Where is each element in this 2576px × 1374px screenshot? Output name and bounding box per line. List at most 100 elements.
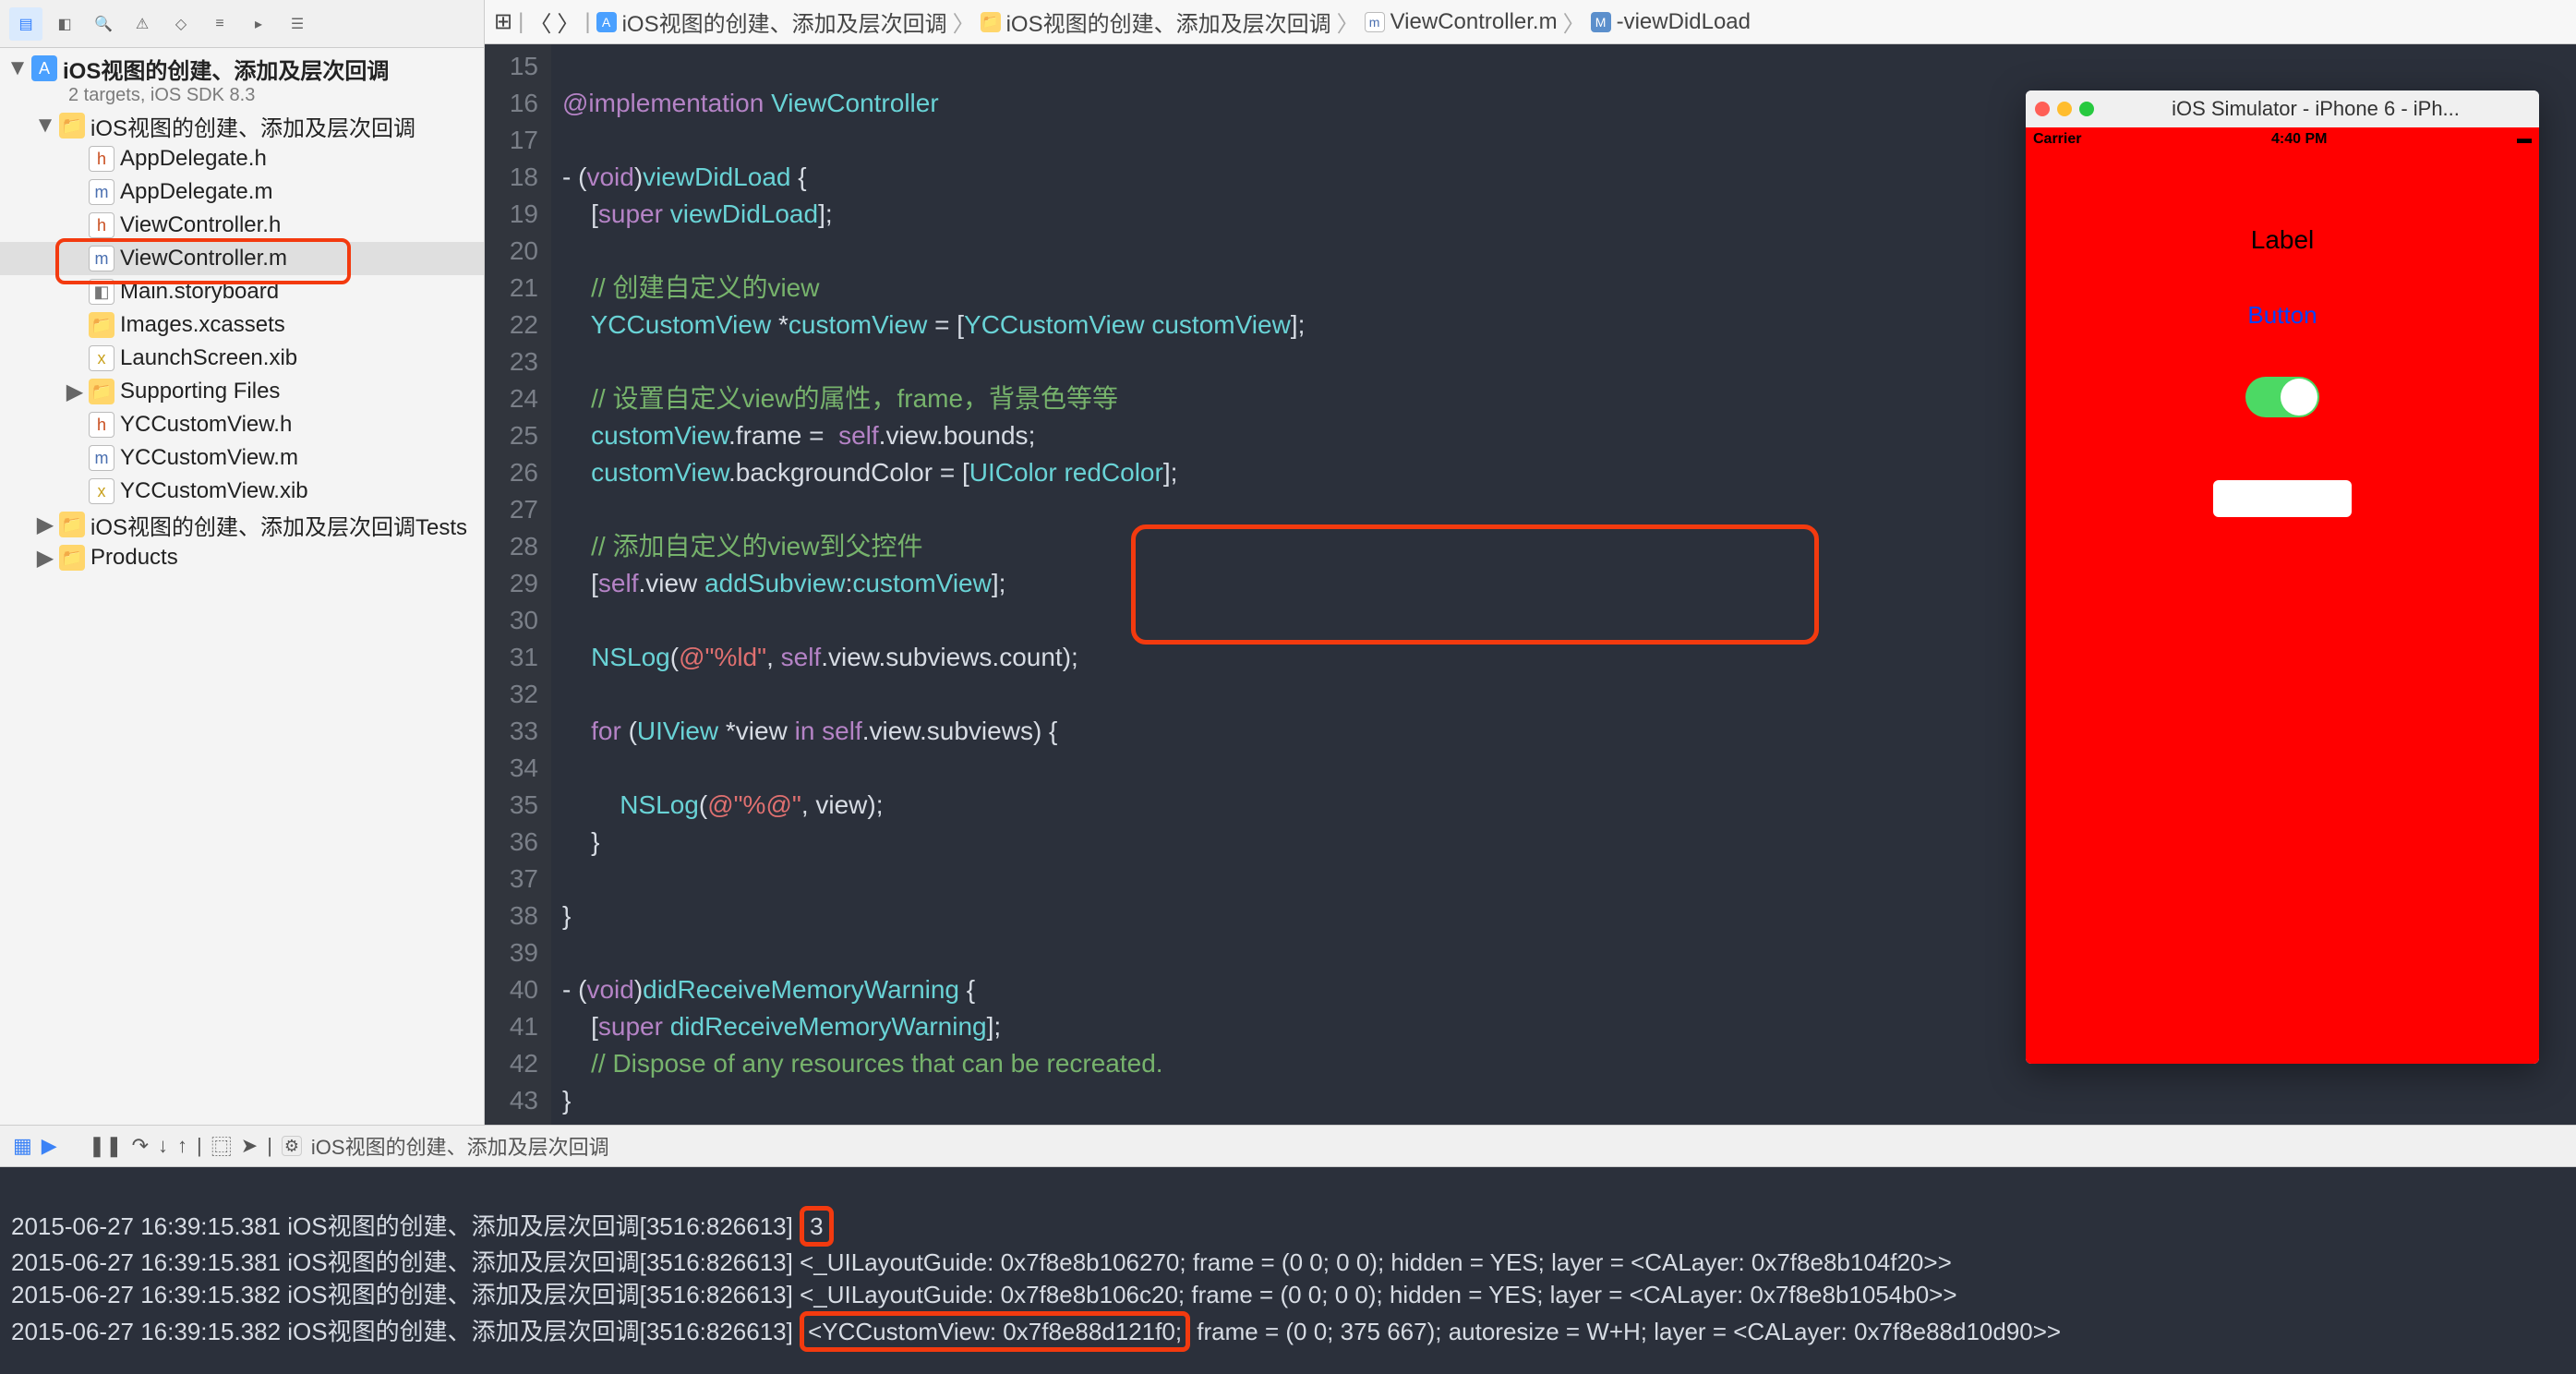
window-close-icon[interactable] — [2035, 102, 2050, 116]
jumpbar-file[interactable]: ViewController.m — [1390, 9, 1558, 35]
folder-icon: 📁 — [59, 113, 85, 139]
header-file-icon: h — [89, 412, 114, 438]
file-appdelegate-h[interactable]: hAppDelegate.h — [0, 142, 484, 175]
folder-icon: 📁 — [89, 379, 114, 404]
chevron-down-icon[interactable]: ▼ — [37, 113, 54, 139]
chevron-down-icon[interactable]: ▼ — [9, 55, 26, 81]
console-line: frame = (0 0; 375 667); autoresize = W+H… — [1190, 1318, 2061, 1345]
simulator-titlebar[interactable]: iOS Simulator - iPhone 6 - iPh... — [2026, 90, 2539, 127]
related-items-icon[interactable]: ⊞ — [494, 8, 512, 35]
jumpbar-project[interactable]: iOS视图的创建、添加及层次回调 — [622, 6, 947, 38]
storyboard-file-icon: ◧ — [89, 279, 114, 305]
navigator-sidebar: ▤ ◧ 🔍 ⚠ ◇ ≡ ▸ ☰ ▼AiOS视图的创建、添加及层次回调 2 tar… — [0, 0, 485, 1125]
find-navigator-tab-icon[interactable]: 🔍 — [87, 7, 120, 41]
file-viewcontroller-h[interactable]: hViewController.h — [0, 209, 484, 242]
group-tests[interactable]: ▶📁iOS视图的创建、添加及层次回调Tests — [0, 508, 484, 541]
header-file-icon: h — [89, 212, 114, 238]
impl-file-icon: m — [89, 445, 114, 471]
window-minimize-icon[interactable] — [2057, 102, 2072, 116]
jumpbar-symbol[interactable]: -viewDidLoad — [1617, 9, 1751, 35]
folder-icon: 📁 — [59, 512, 85, 537]
group-label: Products — [90, 545, 178, 571]
jumpbar-group[interactable]: iOS视图的创建、添加及层次回调 — [1006, 6, 1331, 38]
impl-file-icon: m — [89, 246, 114, 271]
chevron-right-icon[interactable]: ▶ — [66, 379, 83, 405]
file-label: AppDelegate.h — [120, 146, 267, 172]
file-main-storyboard[interactable]: ◧Main.storyboard — [0, 275, 484, 308]
file-yccustomview-m[interactable]: mYCCustomView.m — [0, 441, 484, 475]
project-navigator-tab-icon[interactable]: ▤ — [9, 7, 42, 41]
project-subtitle: 2 targets, iOS SDK 8.3 — [0, 85, 484, 109]
editor-area: ⊞ | 〈 〉 | A iOS视图的创建、添加及层次回调 〉 📁 iOS视图的创… — [485, 0, 2576, 1125]
debug-navigator-tab-icon[interactable]: ≡ — [203, 7, 236, 41]
file-label: YCCustomView.h — [120, 412, 292, 438]
back-icon[interactable]: 〈 — [529, 6, 551, 38]
simulator-title: iOS Simulator - iPhone 6 - iPh... — [2101, 97, 2530, 121]
step-out-icon[interactable]: ↑ — [177, 1134, 187, 1158]
main-split: ▤ ◧ 🔍 ⚠ ◇ ≡ ▸ ☰ ▼AiOS视图的创建、添加及层次回调 2 tar… — [0, 0, 2576, 1125]
file-label: LaunchScreen.xib — [120, 345, 297, 371]
breakpoints-icon[interactable]: ▶ — [42, 1134, 57, 1158]
group-label: Supporting Files — [120, 379, 280, 404]
file-viewcontroller-m[interactable]: mViewController.m — [0, 242, 484, 275]
debug-view-hierarchy-icon[interactable]: ⿴ — [211, 1131, 232, 1161]
chevron-right-icon[interactable]: ▶ — [37, 545, 54, 572]
source-view[interactable]: @implementation ViewController - (void)v… — [551, 44, 1316, 1125]
file-label: YCCustomView.m — [120, 445, 298, 471]
folder-icon: 📁 — [981, 12, 1001, 32]
file-launchscreen-xib[interactable]: xLaunchScreen.xib — [0, 342, 484, 375]
window-zoom-icon[interactable] — [2079, 102, 2094, 116]
symbol-navigator-tab-icon[interactable]: ◧ — [48, 7, 81, 41]
pause-icon[interactable]: ❚❚ — [89, 1134, 123, 1158]
group-supporting-files[interactable]: ▶📁Supporting Files — [0, 375, 484, 408]
file-label: Main.storyboard — [120, 279, 279, 305]
xcode-project-icon: A — [596, 12, 617, 32]
project-name: iOS视图的创建、添加及层次回调 — [63, 53, 389, 85]
group-products[interactable]: ▶📁Products — [0, 541, 484, 574]
simulator-screen[interactable]: Carrier 4:40 PM ▬ Label Button — [2026, 127, 2539, 1064]
impl-file-icon: m — [1365, 12, 1385, 32]
file-yccustomview-xib[interactable]: xYCCustomView.xib — [0, 475, 484, 508]
ui-textfield[interactable] — [2213, 480, 2352, 517]
ios-simulator-window[interactable]: iOS Simulator - iPhone 6 - iPh... Carrie… — [2026, 90, 2539, 1064]
time-label: 4:40 PM — [2271, 131, 2327, 148]
ui-label: Label — [2251, 225, 2315, 255]
carrier-label: Carrier — [2033, 131, 2081, 148]
folder-icon: 📁 — [59, 545, 85, 571]
console-line: 2015-06-27 16:39:15.381 iOS视图的创建、添加及层次回调… — [11, 1248, 1952, 1276]
debug-console[interactable]: 2015-06-27 16:39:15.381 iOS视图的创建、添加及层次回调… — [0, 1167, 2576, 1374]
simulate-location-icon[interactable]: ➤ — [241, 1134, 258, 1158]
group-label: iOS视图的创建、添加及层次回调 — [90, 110, 415, 142]
debug-target-label[interactable]: iOS视图的创建、添加及层次回调 — [311, 1131, 609, 1161]
line-number-gutter[interactable]: 1516171819202122232425262728293031323334… — [485, 44, 551, 1125]
file-label: Images.xcassets — [120, 312, 285, 338]
hide-debug-area-icon[interactable]: ▦ — [13, 1134, 32, 1158]
file-yccustomview-h[interactable]: hYCCustomView.h — [0, 408, 484, 441]
jump-bar[interactable]: ⊞ | 〈 〉 | A iOS视图的创建、添加及层次回调 〉 📁 iOS视图的创… — [485, 0, 2576, 44]
file-tree[interactable]: ▼AiOS视图的创建、添加及层次回调 2 targets, iOS SDK 8.… — [0, 48, 484, 1125]
step-over-icon[interactable]: ↷ — [132, 1134, 149, 1158]
file-label: ViewController.m — [120, 246, 287, 271]
ui-button[interactable]: Button — [2247, 301, 2317, 330]
console-line: 2015-06-27 16:39:15.381 iOS视图的创建、添加及层次回调… — [11, 1212, 800, 1240]
console-line: 2015-06-27 16:39:15.382 iOS视图的创建、添加及层次回调… — [11, 1281, 1957, 1308]
group-label: iOS视图的创建、添加及层次回调Tests — [90, 509, 467, 541]
test-navigator-tab-icon[interactable]: ◇ — [164, 7, 198, 41]
battery-icon: ▬ — [2517, 131, 2532, 148]
step-into-icon[interactable]: ↓ — [158, 1134, 168, 1158]
file-images-xcassets[interactable]: 📁Images.xcassets — [0, 308, 484, 342]
forward-icon[interactable]: 〉 — [557, 6, 579, 38]
project-root[interactable]: ▼AiOS视图的创建、添加及层次回调 — [0, 52, 484, 85]
console-value-highlight: 3 — [800, 1206, 833, 1247]
debug-toolbar: ▦ ▶ ❚❚ ↷ ↓ ↑ | ⿴ ➤ | ⚙ iOS视图的创建、添加及层次回调 — [0, 1125, 2576, 1167]
navigator-toolbar: ▤ ◧ 🔍 ⚠ ◇ ≡ ▸ ☰ — [0, 0, 484, 48]
breakpoint-navigator-tab-icon[interactable]: ▸ — [242, 7, 275, 41]
file-appdelegate-m[interactable]: mAppDelegate.m — [0, 175, 484, 209]
console-value-highlight: <YCCustomView: 0x7f8e88d121f0; — [800, 1311, 1190, 1352]
chevron-right-icon[interactable]: ▶ — [37, 512, 54, 538]
group-root[interactable]: ▼📁iOS视图的创建、添加及层次回调 — [0, 109, 484, 142]
report-navigator-tab-icon[interactable]: ☰ — [281, 7, 314, 41]
issue-navigator-tab-icon[interactable]: ⚠ — [126, 7, 159, 41]
impl-file-icon: m — [89, 179, 114, 205]
ui-switch[interactable] — [2245, 377, 2319, 417]
